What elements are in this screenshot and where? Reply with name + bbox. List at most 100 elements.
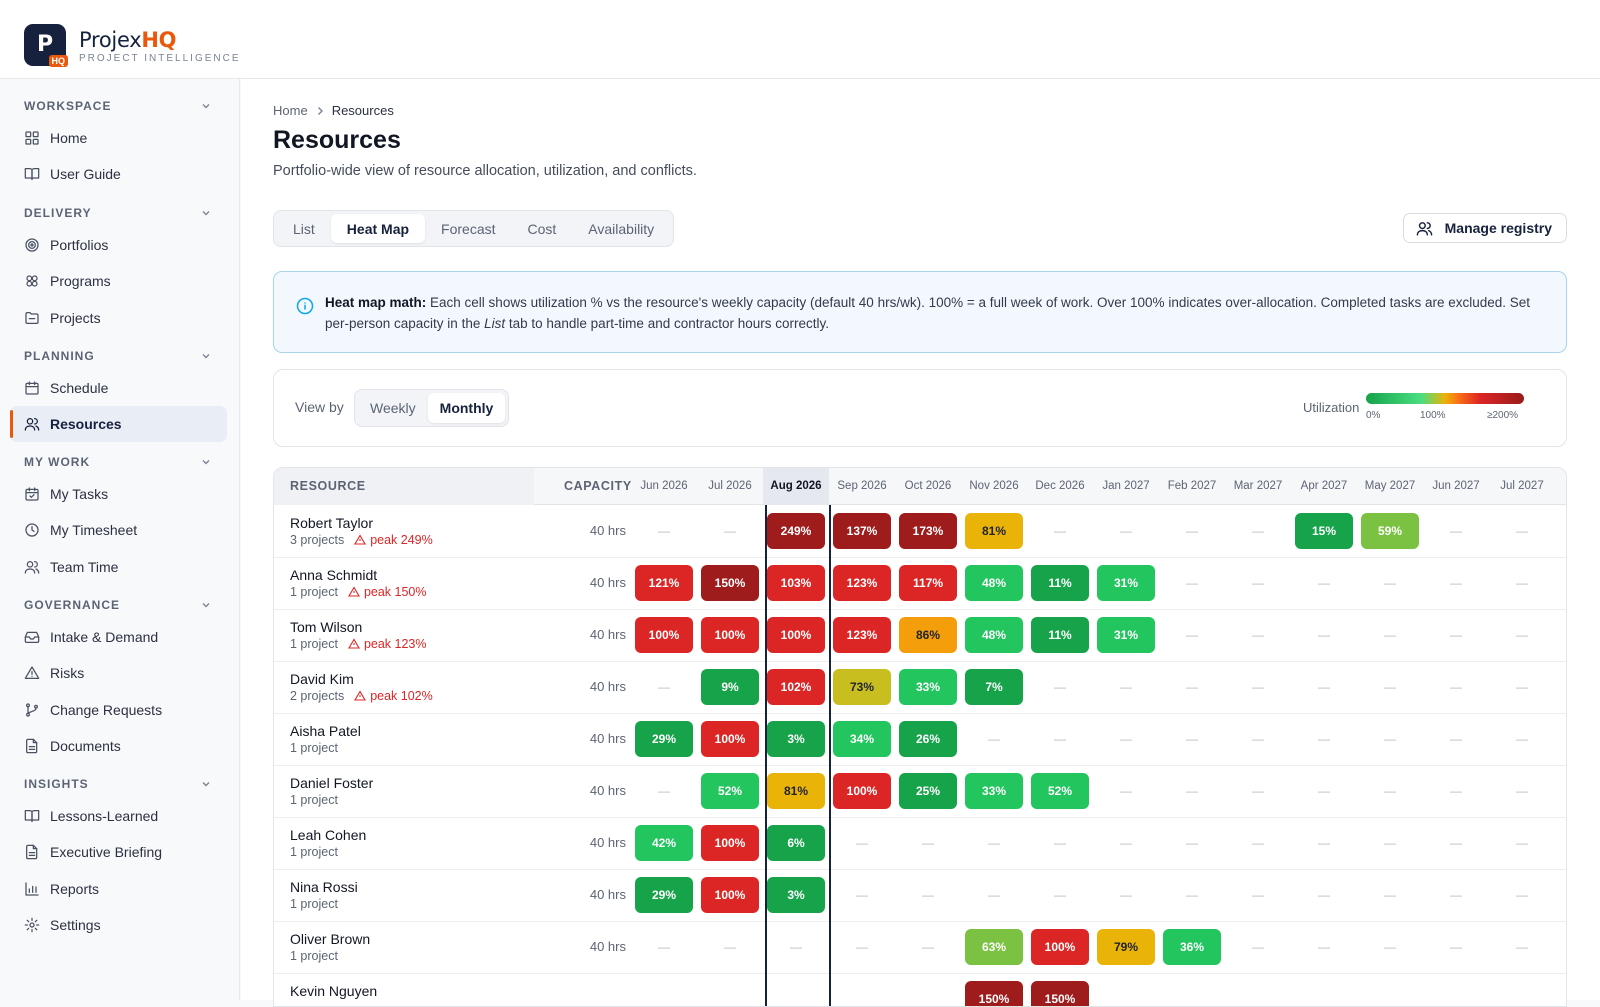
heat-cell[interactable]: 137% <box>833 513 891 549</box>
resource-name[interactable]: Robert Taylor <box>290 515 373 531</box>
heat-cell[interactable]: 150% <box>1031 981 1089 1006</box>
heat-cell[interactable]: 33% <box>899 669 957 705</box>
heat-cell[interactable]: 11% <box>1031 565 1089 601</box>
heat-cell[interactable]: 48% <box>965 565 1023 601</box>
month-header[interactable]: May 2027 <box>1357 468 1423 505</box>
sidebar-item-portfolios[interactable]: Portfolios <box>10 227 227 263</box>
sidebar-item-settings[interactable]: Settings <box>10 907 227 943</box>
resource-name[interactable]: Daniel Foster <box>290 775 373 791</box>
section-delivery[interactable]: DELIVERY <box>24 203 214 223</box>
heat-cell[interactable]: 48% <box>965 617 1023 653</box>
section-my-work[interactable]: MY WORK <box>24 452 214 472</box>
table-row[interactable]: Aisha Patel 1 project 40 hrs 29% 100% 3% 34% 2… <box>274 713 1566 766</box>
heat-cell[interactable]: 52% <box>1031 773 1089 809</box>
heat-cell[interactable]: 100% <box>1031 929 1089 965</box>
month-header[interactable]: Jul 2026 <box>697 468 763 505</box>
heat-cell[interactable]: 6% <box>767 825 825 861</box>
table-row[interactable]: David Kim 2 projects peak 102% 40 hrs — 9% 1… <box>274 661 1566 714</box>
tab-cost[interactable]: Cost <box>512 214 573 243</box>
heat-cell[interactable]: 11% <box>1031 617 1089 653</box>
heat-cell[interactable]: 100% <box>833 773 891 809</box>
heat-cell[interactable]: 103% <box>767 565 825 601</box>
resource-name[interactable]: Kevin Nguyen <box>290 983 377 999</box>
heat-cell[interactable]: 81% <box>965 513 1023 549</box>
sidebar-item-documents[interactable]: Documents <box>10 728 227 764</box>
table-row[interactable]: Kevin Nguyen 150% 150% <box>274 973 1566 1006</box>
manage-registry-button[interactable]: Manage registry <box>1402 213 1567 243</box>
heat-cell[interactable]: 15% <box>1295 513 1353 549</box>
heat-cell[interactable]: 25% <box>899 773 957 809</box>
heat-cell[interactable]: 100% <box>767 617 825 653</box>
sidebar-item-change-requests[interactable]: Change Requests <box>10 692 227 728</box>
resource-name[interactable]: Leah Cohen <box>290 827 366 843</box>
heat-cell[interactable]: 33% <box>965 773 1023 809</box>
table-row[interactable]: Anna Schmidt 1 project peak 150% 40 hrs 12… <box>274 557 1566 610</box>
heat-cell[interactable]: 52% <box>701 773 759 809</box>
sidebar-item-programs[interactable]: Programs <box>10 263 227 299</box>
heat-cell[interactable]: 100% <box>701 617 759 653</box>
heat-cell[interactable]: 9% <box>701 669 759 705</box>
resource-name[interactable]: Nina Rossi <box>290 879 358 895</box>
month-header[interactable]: Nov 2026 <box>961 468 1027 505</box>
month-header[interactable]: Jul 2027 <box>1489 468 1555 505</box>
heat-cell[interactable]: 123% <box>833 617 891 653</box>
monthly-option[interactable]: Monthly <box>427 393 506 423</box>
resource-column-header[interactable]: RESOURCE <box>290 468 366 505</box>
heat-cell[interactable]: 42% <box>635 825 693 861</box>
month-header[interactable]: Oct 2026 <box>895 468 961 505</box>
heat-cell[interactable]: 121% <box>635 565 693 601</box>
table-row[interactable]: Tom Wilson 1 project peak 123% 40 hrs 100%… <box>274 609 1566 662</box>
month-header[interactable]: Sep 2026 <box>829 468 895 505</box>
sidebar-item-projects[interactable]: Projects <box>10 300 227 336</box>
table-row[interactable]: Leah Cohen 1 project 40 hrs 42% 100% 6% — — — — —… <box>274 817 1566 870</box>
heat-cell[interactable]: 26% <box>899 721 957 757</box>
heat-cell[interactable]: 3% <box>767 877 825 913</box>
capacity-column-header[interactable]: CAPACITY <box>564 468 632 505</box>
month-header[interactable]: Aug 2026 <box>763 468 829 505</box>
month-header[interactable]: Feb 2027 <box>1159 468 1225 505</box>
heat-cell[interactable]: 100% <box>635 617 693 653</box>
heat-cell[interactable]: 29% <box>635 877 693 913</box>
resource-name[interactable]: Oliver Brown <box>290 931 370 947</box>
heat-cell[interactable]: 173% <box>899 513 957 549</box>
tab-forecast[interactable]: Forecast <box>425 214 511 243</box>
tab-heat-map[interactable]: Heat Map <box>330 214 426 243</box>
sidebar-item-team-time[interactable]: Team Time <box>10 549 227 585</box>
sidebar-item-my-timesheet[interactable]: My Timesheet <box>10 512 227 548</box>
table-row[interactable]: Nina Rossi 1 project 40 hrs 29% 100% 3% — — — — —… <box>274 869 1566 922</box>
month-header[interactable]: Dec 2026 <box>1027 468 1093 505</box>
heat-cell[interactable]: 81% <box>767 773 825 809</box>
heat-cell[interactable]: 31% <box>1097 565 1155 601</box>
heat-cell[interactable]: 100% <box>701 721 759 757</box>
month-header[interactable]: Jun 2026 <box>631 468 697 505</box>
heat-cell[interactable]: 29% <box>635 721 693 757</box>
sidebar-item-executive-briefing[interactable]: Executive Briefing <box>10 834 227 870</box>
heat-cell[interactable]: 79% <box>1097 929 1155 965</box>
heat-cell[interactable]: 100% <box>701 825 759 861</box>
month-header[interactable]: Jan 2027 <box>1093 468 1159 505</box>
table-row[interactable]: Daniel Foster 1 project 40 hrs —52% 81% 100%… <box>274 765 1566 818</box>
heat-cell[interactable]: 123% <box>833 565 891 601</box>
section-governance[interactable]: GOVERNANCE <box>24 595 214 615</box>
resource-name[interactable]: David Kim <box>290 671 354 687</box>
sidebar-item-intake-demand[interactable]: Intake & Demand <box>10 619 227 655</box>
heat-cell[interactable]: 86% <box>899 617 957 653</box>
heat-cell[interactable]: 117% <box>899 565 957 601</box>
heat-cell[interactable]: 150% <box>701 565 759 601</box>
resource-name[interactable]: Aisha Patel <box>290 723 361 739</box>
section-planning[interactable]: PLANNING <box>24 346 214 366</box>
heat-cell[interactable]: 7% <box>965 669 1023 705</box>
section-insights[interactable]: INSIGHTS <box>24 774 214 794</box>
sidebar-item-schedule[interactable]: Schedule <box>10 370 227 406</box>
resource-name[interactable]: Tom Wilson <box>290 619 362 635</box>
heat-cell[interactable]: 249% <box>767 513 825 549</box>
heat-cell[interactable]: 36% <box>1163 929 1221 965</box>
heat-cell[interactable]: 100% <box>701 877 759 913</box>
logo[interactable]: P HQ <box>24 24 68 67</box>
heat-cell[interactable]: 73% <box>833 669 891 705</box>
section-workspace[interactable]: WORKSPACE <box>24 96 214 116</box>
sidebar-item-home[interactable]: Home <box>10 120 227 156</box>
table-row[interactable]: Oliver Brown 1 project 40 hrs — — — — — 63% 100%… <box>274 921 1566 974</box>
heat-cell[interactable]: 63% <box>965 929 1023 965</box>
heat-cell[interactable]: 31% <box>1097 617 1155 653</box>
